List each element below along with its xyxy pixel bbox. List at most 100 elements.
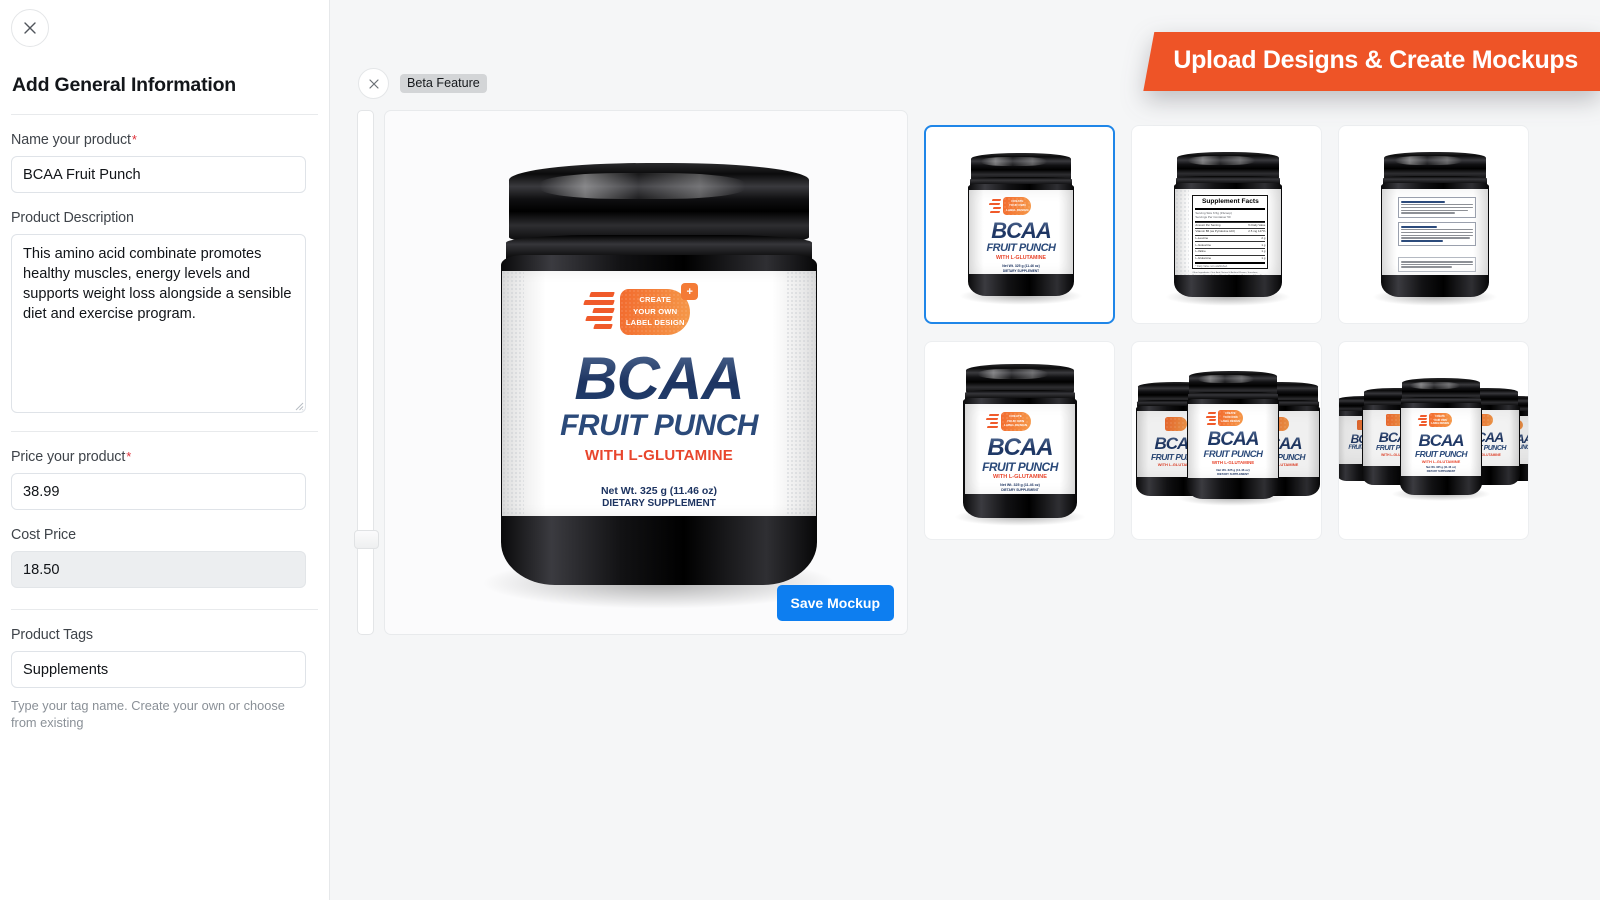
general-information-sidebar: Add General Information Name your produc… — [0, 0, 330, 900]
preview-stage: CREATE YOUR OWN LABEL DESIGN + BCAA FRUI… — [354, 110, 908, 635]
field-product-description: Product Description This amino acid comb… — [11, 193, 318, 413]
blur-line — [1401, 231, 1474, 234]
product-name-input[interactable] — [11, 156, 306, 193]
thumbnail-five-jars[interactable]: BCAA FRUIT PUNCH BCAA FRUIT PUNCH — [1338, 341, 1529, 540]
app-root: Add General Information Name your produc… — [0, 0, 1600, 900]
blur-line — [1401, 212, 1455, 214]
blur-line — [1401, 228, 1474, 231]
price-label: Price your product* — [11, 449, 132, 465]
label-net-weight: Net Wt. 325 g (11.46 oz) — [600, 485, 718, 497]
product-jar-preview: CREATE YOUR OWN LABEL DESIGN + BCAA FRUI… — [480, 151, 838, 609]
field-price: Price your product* — [11, 432, 318, 510]
logo-dot-pattern — [1164, 417, 1187, 431]
logo-line-1: CREATE — [639, 295, 672, 304]
beta-feature-badge: Beta Feature — [400, 73, 487, 94]
save-mockup-button[interactable]: Save Mockup — [776, 585, 894, 621]
label-net-weight: Net Wt. 325 g (11.46 oz) — [1426, 466, 1456, 469]
blur-line — [1401, 201, 1445, 203]
facts-row-amount: 1 g — [1261, 249, 1266, 254]
logo-text: CREATE YOUR OWN LABEL DESIGN — [1431, 415, 1449, 425]
logo-line-2: YOUR OWN — [633, 306, 678, 316]
blur-line — [1401, 226, 1438, 228]
servings-per-container: Servings Per Container 50 — [1195, 215, 1231, 220]
logo-speed-lines — [583, 290, 620, 334]
label-net-weight: Net Wt. 325 g (11.46 oz) — [1000, 483, 1040, 487]
blur-line — [1401, 240, 1444, 242]
blur-line — [1401, 261, 1474, 263]
facts-row-amount: 2 g — [1261, 236, 1266, 241]
logo-text: CREATE YOUR OWN LABEL DESIGN — [1004, 414, 1028, 428]
facts-row: L-Valine 1 g — [1195, 248, 1266, 255]
upload-designs-banner[interactable]: Upload Designs & Create Mockups — [1143, 32, 1600, 91]
blur-line — [1401, 209, 1468, 211]
product-tags-input[interactable] — [11, 651, 306, 688]
price-input[interactable] — [11, 473, 306, 510]
jar-back-label — [1382, 189, 1488, 275]
label-brand-name: BCAA — [965, 436, 1076, 460]
field-product-name: Name your product* — [11, 115, 318, 193]
facts-row: L-Isoleucine 1 g — [1195, 241, 1266, 248]
label-category: DIETARY SUPPLEMENT — [1217, 472, 1249, 476]
label-flavor: FRUIT PUNCH — [1414, 449, 1468, 459]
label-flavor: FRUIT PUNCH — [982, 460, 1058, 474]
jar-front-label: CREATE YOUR OWN LABEL DESIGN BCAA FRUIT PU… — [1400, 408, 1482, 476]
facts-footnote: * Daily Value not established. — [1195, 265, 1228, 269]
blur-line — [1401, 237, 1471, 239]
label-category: DIETARY SUPPLEMENT — [1002, 269, 1040, 273]
logo-line-3: LABEL DESIGN — [625, 318, 685, 327]
thumbnail-front-closeup[interactable]: CREATE YOUR OWN LABEL DESIGN BCAA FRUIT PU… — [924, 341, 1115, 540]
logo-badge: CREATE YOUR OWN LABEL DESIGN — [1428, 413, 1452, 427]
label-dot-pattern-left — [1175, 189, 1190, 275]
jar-lid-highlight — [1187, 156, 1255, 165]
label-subtitle: WITH L-GLUTAMINE — [995, 255, 1047, 261]
product-description-label: Product Description — [11, 210, 134, 226]
logo-text: CREATE YOUR OWN LABEL DESIGN — [1220, 412, 1240, 423]
close-icon — [24, 22, 36, 34]
facts-row: Vitamin B6 (as Pyridoxine HCl) 2.5 mg 14… — [1195, 227, 1266, 235]
logo-badge — [1164, 417, 1187, 431]
facts-row-name: L-Glutamine — [1195, 256, 1212, 261]
mockup-thumbnail-grid: CREATE YOUR OWN LABEL DESIGN BCAA FRUIT PU… — [924, 125, 1529, 540]
sidebar-close-button[interactable] — [11, 9, 49, 47]
field-cost-price: Cost Price — [11, 510, 318, 588]
required-marker: * — [131, 132, 137, 147]
label-subtitle: WITH L-GLUTAMINE — [1211, 460, 1255, 465]
col-amount: Amount Per Serving — [1195, 223, 1221, 228]
product-description-textarea[interactable]: This amino acid combinate promotes healt… — [11, 234, 306, 413]
thumbnail-front-view[interactable]: CREATE YOUR OWN LABEL DESIGN BCAA FRUIT PU… — [924, 125, 1115, 324]
field-product-tags: Product Tags Type your tag name. Create … — [11, 610, 318, 731]
label-brand-name: BCAA — [502, 349, 816, 409]
label-subtitle: WITH L-GLUTAMINE — [993, 474, 1047, 480]
jar-lid-highlight — [1394, 156, 1462, 165]
required-marker: * — [126, 449, 132, 464]
thumbnail-back-panel[interactable] — [1338, 125, 1529, 324]
directions-block — [1398, 197, 1477, 219]
cost-price-label: Cost Price — [11, 527, 76, 543]
jar-facts-label: Supplement Facts Serving Size 6.5g (1Sco… — [1175, 189, 1281, 275]
jar-front-label: CREATE YOUR OWN LABEL DESIGN BCAA FRUIT PU… — [1187, 404, 1279, 478]
cost-price-input[interactable] — [11, 551, 306, 588]
logo-badge: CREATE YOUR OWN LABEL DESIGN — [1000, 412, 1031, 431]
blur-line — [1401, 206, 1474, 209]
disclaimer-block — [1398, 257, 1477, 273]
description-wrapper: This amino acid combinate promotes healt… — [11, 234, 306, 413]
workspace-close-button[interactable] — [358, 68, 389, 99]
thumbnail-supplement-facts[interactable]: Supplement Facts Serving Size 6.5g (1Sco… — [1131, 125, 1322, 324]
supplement-facts-panel: Supplement Facts Serving Size 6.5g (1Sco… — [1192, 195, 1269, 269]
facts-row-name: L-Valine — [1195, 249, 1206, 254]
jar-lid-highlight — [540, 173, 745, 199]
label-brand-name: BCAA — [1401, 432, 1482, 449]
logo-badge: CREATE YOUR OWN LABEL DESIGN + — [620, 283, 699, 335]
thumbnail-three-jars[interactable]: BCAA FRUIT PUNCH WITH L-GLUTAMINE BCAA F… — [1131, 341, 1322, 540]
mockup-workspace: Upload Designs & Create Mockups Beta Fea… — [330, 0, 1600, 900]
blur-line — [1401, 266, 1452, 268]
zoom-slider[interactable] — [354, 110, 379, 635]
facts-row-name: L-Isoleucine — [1195, 242, 1211, 247]
warning-block — [1398, 222, 1477, 247]
logo-badge: CREATE YOUR OWN LABEL DESIGN — [1217, 410, 1243, 426]
zoom-slider-thumb[interactable] — [354, 529, 379, 549]
jar-lid-highlight — [1198, 375, 1255, 383]
label-subtitle: WITH L-GLUTAMINE — [585, 447, 733, 464]
label-brand-name: BCAA — [1188, 430, 1278, 449]
col-daily-value: % Daily Value — [1248, 223, 1266, 228]
